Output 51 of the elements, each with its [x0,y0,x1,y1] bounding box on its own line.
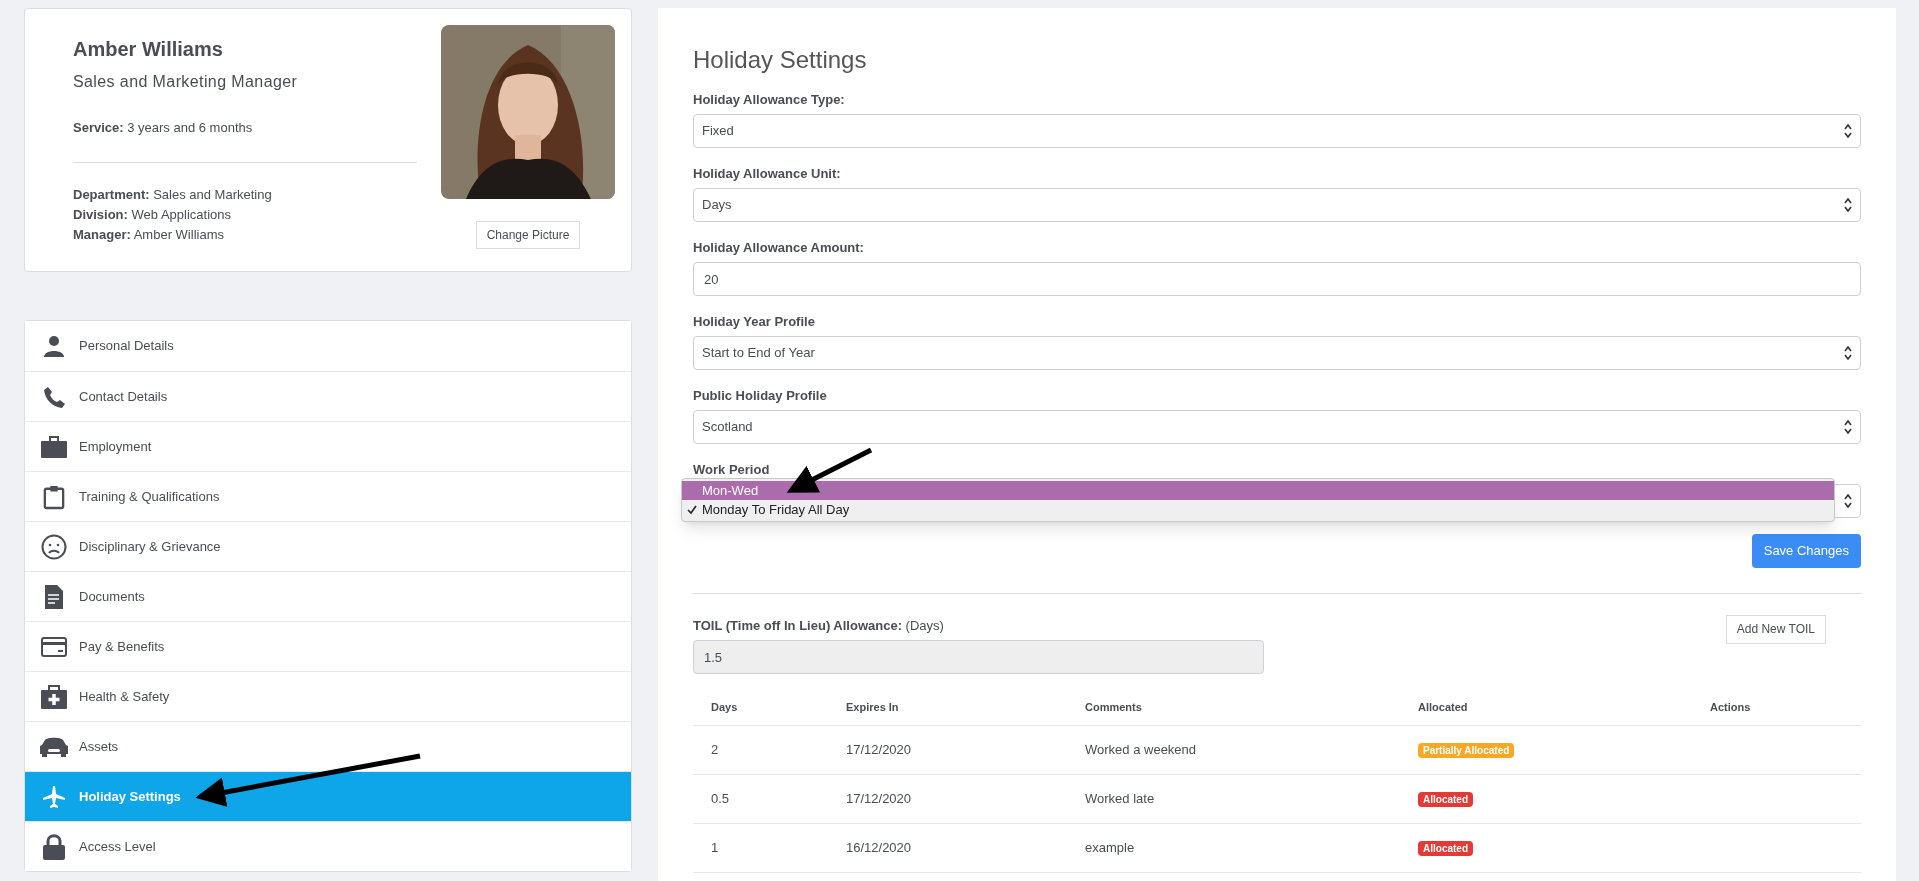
select-field[interactable]: Scotland [693,410,1861,444]
select-field[interactable]: Start to End of Year [693,336,1861,370]
field-label: Holiday Allowance Unit: [693,165,842,183]
column-header: Allocated [1418,700,1468,713]
credit-card-icon [39,636,69,657]
table-cell: 0.5 [711,791,730,807]
field-label: Holiday Allowance Type: [693,91,846,109]
column-header: Actions [1710,700,1751,713]
column-header: Days [711,700,738,713]
chevron-icon [1844,198,1852,212]
field-label: Holiday Year Profile [693,313,816,331]
employee-name: Amber Williams [73,37,224,62]
field-label: Public Holiday Profile [693,387,828,405]
field-label: TOIL (Time off In Lieu) Allowance: (Days) [693,617,945,635]
section-title: Holiday Settings [693,45,868,75]
column-header: Comments [1085,700,1142,713]
status-badge: Allocated [1418,841,1473,857]
checkmark-icon [687,504,697,515]
briefcase-icon [39,435,69,458]
service-text: Service: 3 years and 6 months [73,119,254,137]
chevron-icon [1844,494,1852,508]
select-field[interactable]: Days [693,188,1861,222]
table-cell: 17/12/2020 [846,791,912,807]
table-cell: 1 [711,840,719,856]
status-badge: Allocated [1418,792,1473,808]
detail-text: Division: Web Applications [73,205,232,224]
first-aid-kit-icon [39,684,69,709]
change-picture-button[interactable]: Change Picture [475,221,581,249]
table-cell: 16/12/2020 [846,840,912,856]
table-cell: 17/12/2020 [846,742,912,758]
status-badge: Partially Allocated [1418,743,1515,759]
job-title: Sales and Marketing Manager [73,72,299,92]
column-header: Expires In [846,700,899,713]
dropdown-option[interactable]: Monday To Friday All Day [682,500,1834,519]
sidebar-item[interactable]: Access Level [25,821,631,871]
chevron-icon [1844,420,1852,434]
car-icon [39,736,69,757]
table-cell: Worked late [1085,791,1155,807]
sad-face-icon [39,533,69,560]
detail-text: Department: Sales and Marketing [73,185,273,204]
chevron-icon [1844,346,1852,360]
input-field[interactable]: 20 [693,262,1861,296]
select-field[interactable]: Fixed [693,114,1861,148]
table-cell: 2 [711,742,719,758]
field-label: Work Period [693,461,770,479]
dropdown-option[interactable]: Mon-Wed [682,481,1834,500]
field-label: Holiday Allowance Amount: [693,239,865,257]
table-cell: example [1085,840,1135,856]
detail-text: Manager: Amber Williams [73,225,225,244]
chevron-icon [1844,124,1852,138]
table-cell: Worked a weekend [1085,742,1197,758]
